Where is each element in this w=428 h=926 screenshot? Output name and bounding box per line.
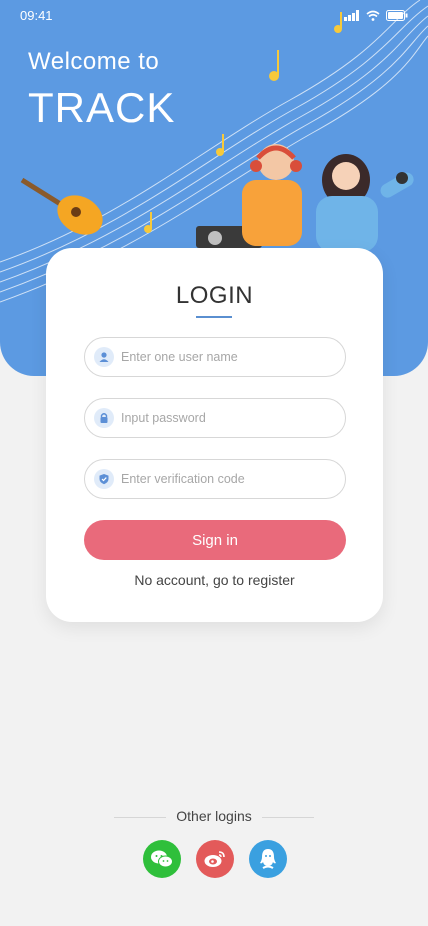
wechat-icon: [151, 850, 173, 868]
login-title: LOGIN: [175, 282, 254, 309]
qq-icon: [260, 849, 276, 869]
wechat-login-button[interactable]: [143, 840, 181, 878]
divider-right: [262, 817, 314, 818]
sign-in-button[interactable]: Sign in: [84, 520, 346, 560]
username-field[interactable]: [84, 337, 346, 377]
qq-login-button[interactable]: [249, 840, 287, 878]
signal-icon: [344, 10, 359, 21]
user-icon: [94, 347, 114, 367]
shield-icon: [94, 469, 114, 489]
singer-illustration: [316, 154, 414, 252]
other-logins-section: Other logins: [114, 808, 314, 828]
brand-title: TRACK: [28, 84, 176, 131]
weibo-login-button[interactable]: [196, 840, 234, 878]
verification-code-field[interactable]: [84, 459, 346, 499]
other-logins-label: Other logins: [176, 808, 252, 824]
verification-code-input[interactable]: [121, 472, 321, 486]
status-time: 09:41: [20, 8, 53, 23]
password-field[interactable]: [84, 398, 346, 438]
register-link[interactable]: No account, go to register: [46, 572, 383, 588]
guitar-illustration: [20, 177, 103, 235]
login-card: LOGIN Sign in No account, go to register: [46, 248, 383, 622]
password-input[interactable]: [121, 411, 321, 425]
wifi-icon: [366, 10, 380, 21]
welcome-text: Welcome to: [28, 48, 160, 75]
title-underline: [196, 316, 232, 318]
lock-icon: [94, 408, 114, 428]
status-bar: 09:41: [20, 8, 408, 26]
battery-icon: [386, 10, 408, 21]
username-input[interactable]: [121, 350, 321, 364]
weibo-icon: [204, 851, 225, 867]
